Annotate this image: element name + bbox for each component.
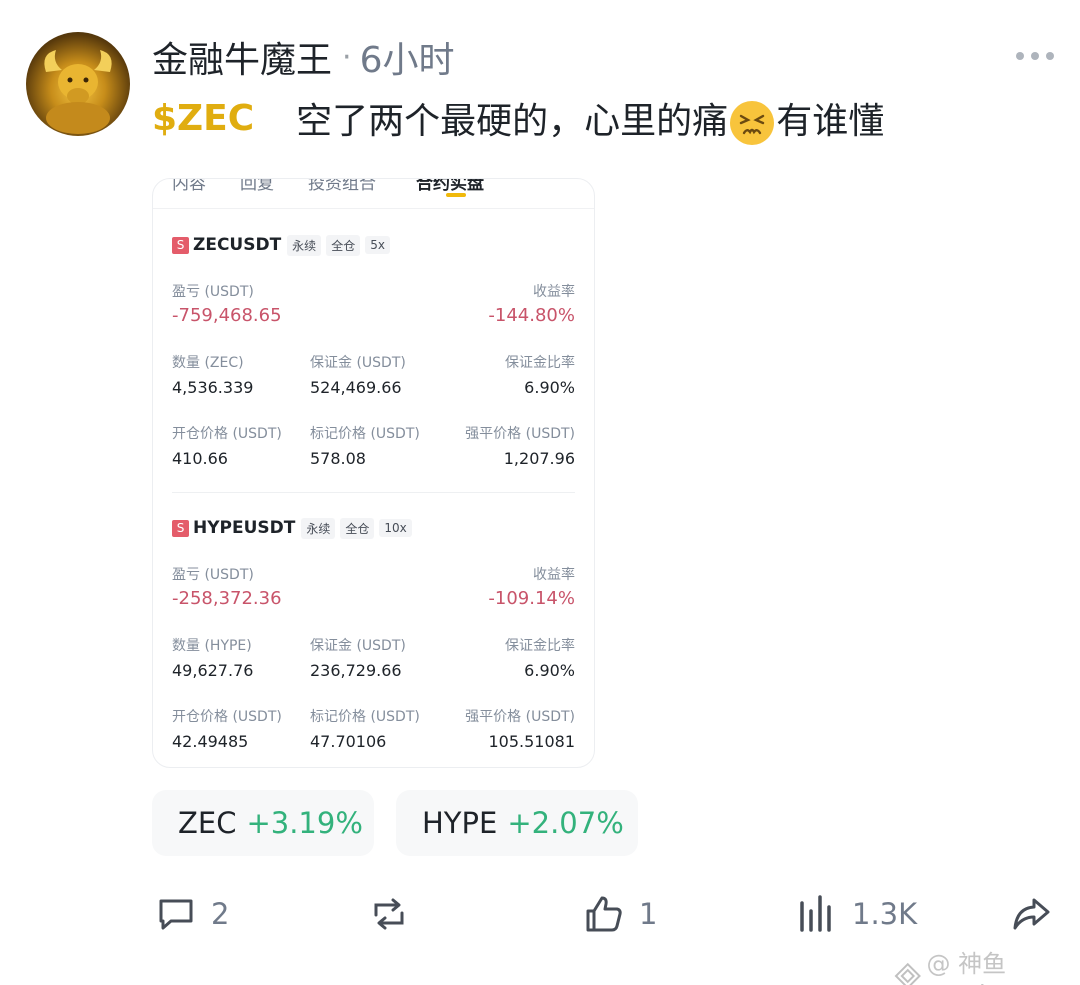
roe-value: -144.80% — [488, 305, 575, 326]
post-text: 空了两个最硬的，心里的痛 有谁懂 — [296, 92, 884, 145]
bull-avatar-image — [44, 50, 112, 134]
author-name[interactable]: 金融牛魔王 — [152, 31, 332, 83]
short-badge: S — [172, 519, 189, 537]
tab-portfolio[interactable]: 投资组合 — [308, 179, 376, 194]
watermark: @ 神鱼crypto — [893, 944, 1080, 985]
chip-change: +2.07% — [507, 806, 624, 840]
margin-label: 保证金 (USDT) — [310, 355, 406, 371]
active-tab-indicator — [446, 193, 466, 197]
thumbs-up-icon — [586, 896, 622, 932]
margin-ratio-value: 6.90% — [524, 661, 575, 680]
share-button[interactable] — [1010, 890, 1052, 938]
ticker-link[interactable]: $ZEC — [152, 98, 254, 139]
tag-leverage: 10x — [379, 519, 412, 537]
mark-price-value: 578.08 — [310, 449, 366, 468]
post-header: 金融牛魔王 · 6小时 — [152, 31, 455, 83]
chip-symbol: HYPE — [422, 806, 498, 840]
comment-count: 2 — [211, 897, 230, 931]
repost-button[interactable] — [368, 890, 424, 938]
qty-label: 数量 (HYPE) — [172, 638, 252, 654]
tag-cross: 全仓 — [340, 517, 375, 539]
position-divider — [172, 492, 575, 493]
more-options-icon[interactable] — [1016, 52, 1054, 60]
margin-ratio-label: 保证金比率 — [505, 638, 575, 654]
liq-price-label: 强平价格 (USDT) — [465, 709, 575, 725]
roe-value: -109.14% — [488, 588, 575, 609]
tag-perpetual: 永续 — [301, 517, 336, 539]
binance-logo-icon — [894, 962, 921, 985]
pnl-value: -759,468.65 — [172, 305, 282, 326]
pnl-value: -258,372.36 — [172, 588, 282, 609]
like-button[interactable]: 1 — [583, 890, 657, 938]
views-indicator: 1.3K — [796, 890, 917, 938]
entry-price-value: 42.49485 — [172, 732, 249, 751]
post-text-part-1: 空了两个最硬的，心里的痛 — [296, 100, 729, 142]
roe-label: 收益率 — [533, 284, 575, 300]
position-symbol[interactable]: ZECUSDT — [193, 235, 281, 255]
comment-button[interactable]: 2 — [155, 890, 229, 938]
liq-price-value: 1,207.96 — [503, 449, 575, 468]
ticker-chip-zec[interactable]: ZEC +3.19% — [152, 790, 374, 856]
entry-price-value: 410.66 — [172, 449, 228, 468]
entry-price-label: 开仓价格 (USDT) — [172, 709, 282, 725]
share-icon — [1013, 898, 1050, 930]
pnl-label: 盈亏 (USDT) — [172, 567, 254, 583]
tag-cross: 全仓 — [326, 234, 361, 256]
chip-symbol: ZEC — [178, 806, 237, 840]
avatar[interactable] — [26, 32, 130, 136]
tag-perpetual: 永续 — [287, 234, 322, 256]
post-text-part-2: 有谁懂 — [776, 100, 885, 142]
position-card[interactable]: 内容 回复 投资组合 合约实盘 S ZECUSDT 永续 全仓 5x 盈亏 (U… — [152, 178, 595, 768]
qty-label: 数量 (ZEC) — [172, 355, 244, 371]
tab-futures[interactable]: 合约实盘 — [416, 179, 484, 194]
profile-tabs: 内容 回复 投资组合 合约实盘 — [153, 179, 594, 209]
post-time: 6小时 — [359, 40, 455, 81]
persevering-face-icon — [730, 100, 775, 145]
post-content: $ZEC 空了两个最硬的，心里的痛 有谁懂 — [152, 92, 884, 145]
chip-change: +3.19% — [246, 806, 363, 840]
short-badge: S — [172, 236, 189, 254]
bar-chart-icon — [800, 895, 831, 932]
margin-ratio-label: 保证金比率 — [505, 355, 575, 371]
comment-icon — [159, 899, 193, 930]
separator-dot: · — [342, 39, 352, 75]
roe-label: 收益率 — [533, 567, 575, 583]
mark-price-label: 标记价格 (USDT) — [310, 426, 420, 442]
pnl-label: 盈亏 (USDT) — [172, 284, 254, 300]
margin-label: 保证金 (USDT) — [310, 638, 406, 654]
tab-replies[interactable]: 回复 — [240, 179, 274, 194]
position-header: S ZECUSDT 永续 全仓 5x — [172, 234, 395, 256]
liq-price-value: 105.51081 — [488, 732, 575, 751]
watermark-text: @ 神鱼crypto — [926, 950, 1007, 985]
ticker-chip-hype[interactable]: HYPE +2.07% — [396, 790, 638, 856]
tab-content[interactable]: 内容 — [172, 179, 206, 194]
like-count: 1 — [639, 897, 658, 931]
position-header: S HYPEUSDT 永续 全仓 10x — [172, 517, 417, 539]
liq-price-label: 强平价格 (USDT) — [465, 426, 575, 442]
margin-ratio-value: 6.90% — [524, 378, 575, 397]
mark-price-value: 47.70106 — [310, 732, 387, 751]
view-count: 1.3K — [852, 897, 918, 931]
margin-value: 236,729.66 — [310, 661, 402, 680]
mark-price-label: 标记价格 (USDT) — [310, 709, 420, 725]
repost-icon — [374, 898, 404, 930]
qty-value: 4,536.339 — [172, 378, 254, 397]
tag-leverage: 5x — [365, 236, 390, 254]
entry-price-label: 开仓价格 (USDT) — [172, 426, 282, 442]
margin-value: 524,469.66 — [310, 378, 402, 397]
position-symbol[interactable]: HYPEUSDT — [193, 518, 295, 538]
qty-value: 49,627.76 — [172, 661, 254, 680]
